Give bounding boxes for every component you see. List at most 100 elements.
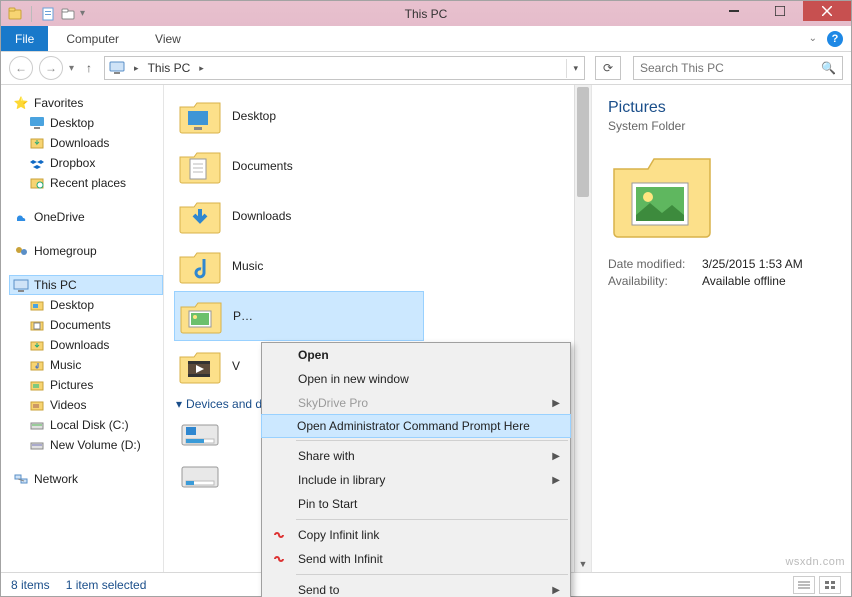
close-button[interactable] [803,1,851,21]
ctx-open[interactable]: Open [262,343,570,367]
window-controls [711,1,851,21]
tree-pc-desktop[interactable]: Desktop [9,295,163,315]
ctx-separator [296,440,568,441]
tree-pc-newvolume[interactable]: New Volume (D:) [9,435,163,455]
folder-pictures[interactable]: P… [174,291,424,341]
tree-thispc[interactable]: This PC [9,275,163,295]
ctx-send-to[interactable]: Send to ▶ [262,578,570,597]
tree-label: Network [34,472,78,486]
view-details-button[interactable] [793,576,815,594]
tree-label: Homegroup [34,244,97,258]
tab-computer[interactable]: Computer [48,26,137,51]
tree-label: Documents [50,318,111,332]
tab-view[interactable]: View [137,26,199,51]
tree-dropbox[interactable]: Dropbox [9,153,163,173]
up-button[interactable]: ↑ [80,61,98,75]
ctx-separator [296,519,568,520]
downloads-icon [29,135,45,151]
tree-downloads[interactable]: Downloads [9,133,163,153]
search-input[interactable] [640,61,821,75]
tree-pc-documents[interactable]: Documents [9,315,163,335]
ctx-skydrive-pro[interactable]: SkyDrive Pro▶ [262,391,570,415]
forward-button[interactable]: → [39,56,63,80]
ctx-label: Open [298,348,329,362]
folder-downloads[interactable]: Downloads [174,191,591,241]
minimize-button[interactable] [711,1,757,21]
ribbon: File Computer View ⌄ ? [1,26,851,52]
tree-label: Music [50,358,81,372]
ctx-label: Send to [298,583,339,597]
tree-pc-downloads[interactable]: Downloads [9,335,163,355]
back-button[interactable]: ← [9,56,33,80]
navigation-bar: ← → ▾ ↑ ▸ This PC ▸ ▾ ⟳ 🔍 [1,52,851,85]
item-label: P… [233,309,253,323]
folder-documents[interactable]: Documents [174,141,591,191]
folder-properties-icon[interactable] [7,6,23,22]
tree-onedrive[interactable]: OneDrive [9,207,163,227]
maximize-button[interactable] [757,1,803,21]
refresh-button[interactable]: ⟳ [595,56,621,80]
meta-value: 3/25/2015 1:53 AM [702,257,803,271]
tree-pc-music[interactable]: Music [9,355,163,375]
ctx-send-infinit[interactable]: Send with Infinit [262,547,570,571]
breadcrumb-this-pc[interactable]: This PC [144,61,195,75]
tree-network[interactable]: Network [9,469,163,489]
tree-pc-localdisk[interactable]: Local Disk (C:) [9,415,163,435]
item-label: Documents [232,159,293,173]
view-large-button[interactable] [819,576,841,594]
details-title: Pictures [608,99,835,117]
scroll-thumb[interactable] [577,87,589,197]
scrollbar[interactable]: ▲ ▼ [574,85,591,572]
tree-label: This PC [34,278,77,292]
ctx-open-new-window[interactable]: Open in new window [262,367,570,391]
star-icon: ⭐ [13,95,29,111]
history-dropdown-icon[interactable]: ▾ [69,63,74,74]
scroll-down-icon[interactable]: ▼ [575,555,591,572]
submenu-arrow-icon: ▶ [552,585,560,596]
folder-music[interactable]: Music [174,241,591,291]
search-box[interactable]: 🔍 [633,56,843,80]
meta-modified: Date modified: 3/25/2015 1:53 AM [608,257,835,271]
titlebar: ▾ This PC [1,1,851,26]
chevron-down-icon: ▾ [176,397,182,411]
tree-label: Favorites [34,96,83,110]
context-menu: Open Open in new window SkyDrive Pro▶ Op… [261,342,571,597]
address-bar[interactable]: ▸ This PC ▸ ▾ [104,56,585,80]
ctx-share-with[interactable]: Share with▶ [262,444,570,468]
ctx-open-admin-cmd[interactable]: Open Administrator Command Prompt Here [261,414,571,438]
drive-icon [178,456,222,496]
ctx-label: Pin to Start [298,497,357,511]
tree-pc-pictures[interactable]: Pictures [9,375,163,395]
tree-label: Desktop [50,116,94,130]
meta-key: Date modified: [608,257,694,271]
help-icon[interactable]: ? [827,31,843,47]
qat-dropdown-icon[interactable]: ▾ [80,8,85,19]
breadcrumb-chevron[interactable]: ▸ [194,63,209,74]
tree-desktop[interactable]: Desktop [9,113,163,133]
tree-recent[interactable]: Recent places [9,173,163,193]
properties-icon[interactable] [40,6,56,22]
search-icon[interactable]: 🔍 [821,61,836,75]
videos-icon [29,397,45,413]
address-history-icon[interactable]: ▾ [566,59,584,78]
ribbon-collapse-icon[interactable]: ⌄ [809,33,817,44]
file-tab[interactable]: File [1,26,48,51]
folder-downloads-icon [178,196,222,236]
tree-homegroup[interactable]: Homegroup [9,241,163,261]
desktop-icon [29,297,45,313]
breadcrumb-root-chevron[interactable]: ▸ [129,63,144,74]
folder-desktop[interactable]: Desktop [174,91,591,141]
pictures-icon [29,377,45,393]
folder-documents-icon [178,146,222,186]
meta-value: Available offline [702,274,786,288]
item-label: Music [232,259,263,273]
ctx-include-library[interactable]: Include in library▶ [262,468,570,492]
navigation-tree: ⭐ Favorites Desktop Downloads Dropbox Rec… [1,85,164,572]
new-folder-icon[interactable] [60,6,76,22]
ctx-copy-infinit[interactable]: Copy Infinit link [262,523,570,547]
ctx-pin-start[interactable]: Pin to Start [262,492,570,516]
desktop-icon [29,115,45,131]
tree-favorites[interactable]: ⭐ Favorites [9,93,163,113]
tree-pc-videos[interactable]: Videos [9,395,163,415]
item-label: Downloads [232,209,291,223]
